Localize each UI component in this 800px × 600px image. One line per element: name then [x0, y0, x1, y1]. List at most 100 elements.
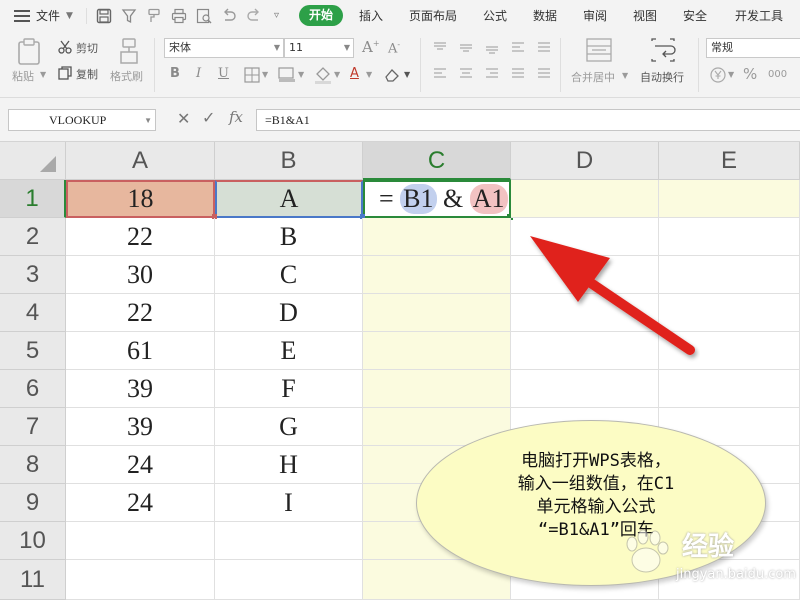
row-header-2[interactable]: 2: [0, 218, 66, 256]
cell-c3[interactable]: [363, 256, 511, 294]
font-name-select[interactable]: 宋体 ▼: [164, 38, 284, 58]
bold-icon[interactable]: B: [170, 66, 180, 81]
font-size-select[interactable]: 11 ▼: [284, 38, 354, 58]
cell-d1[interactable]: [511, 180, 659, 218]
formula-input[interactable]: =B1&A1: [256, 109, 800, 131]
percent-icon[interactable]: %: [743, 65, 757, 83]
cell-c6[interactable]: [363, 370, 511, 408]
row-header-6[interactable]: 6: [0, 370, 66, 408]
column-header-c[interactable]: C: [363, 142, 511, 180]
row-header-4[interactable]: 4: [0, 294, 66, 332]
fill-color-icon[interactable]: [278, 67, 296, 83]
cell-a3[interactable]: 30: [66, 256, 215, 294]
cut-button[interactable]: 剪切: [76, 40, 98, 56]
cell-c4[interactable]: [363, 294, 511, 332]
chevron-down-icon[interactable]: ▼: [404, 70, 410, 79]
tab-insert[interactable]: 插入: [359, 0, 383, 32]
cell-e1[interactable]: [659, 180, 800, 218]
chevron-down-icon[interactable]: ▼: [66, 0, 73, 32]
format-painter-icon[interactable]: [146, 8, 162, 24]
tab-page-layout[interactable]: 页面布局: [409, 0, 457, 32]
tab-start[interactable]: 开始: [299, 5, 343, 26]
chevron-down-icon[interactable]: ▼: [366, 70, 372, 79]
row-header-5[interactable]: 5: [0, 332, 66, 370]
customize-quick-access-icon[interactable]: ▿: [274, 0, 279, 32]
copy-button[interactable]: 复制: [76, 66, 98, 82]
chevron-down-icon[interactable]: ▼: [728, 70, 734, 79]
paint-bucket-icon[interactable]: [314, 66, 332, 84]
cell-a6[interactable]: 39: [66, 370, 215, 408]
paste-icon[interactable]: [16, 38, 42, 66]
column-header-d[interactable]: D: [511, 142, 659, 180]
clear-format-icon[interactable]: [384, 67, 402, 83]
format-painter-label[interactable]: 格式刷: [110, 68, 143, 84]
row-header-1[interactable]: 1: [0, 180, 66, 218]
cell-b2[interactable]: B: [215, 218, 363, 256]
cell-b3[interactable]: C: [215, 256, 363, 294]
tab-view[interactable]: 视图: [633, 0, 657, 32]
row-header-9[interactable]: 9: [0, 484, 66, 522]
chevron-down-icon[interactable]: ▼: [262, 70, 268, 79]
cell-b4[interactable]: D: [215, 294, 363, 332]
thousands-icon[interactable]: 000: [768, 69, 787, 80]
tab-data[interactable]: 数据: [533, 0, 557, 32]
filter-icon[interactable]: [121, 8, 137, 24]
name-box[interactable]: VLOOKUP ▼: [8, 109, 156, 131]
cell-a1[interactable]: 18: [66, 180, 215, 218]
merge-center-label[interactable]: 合并居中: [571, 69, 615, 85]
cell-b11[interactable]: [215, 560, 363, 600]
increase-font-icon[interactable]: A+: [362, 38, 380, 56]
chevron-down-icon[interactable]: ▼: [40, 70, 46, 79]
cell-a4[interactable]: 22: [66, 294, 215, 332]
tab-review[interactable]: 审阅: [583, 0, 607, 32]
cell-b1[interactable]: A: [215, 180, 363, 218]
cell-b7[interactable]: G: [215, 408, 363, 446]
wrap-text-label[interactable]: 自动换行: [640, 69, 684, 85]
row-header-11[interactable]: 11: [0, 560, 66, 600]
cell-c1[interactable]: = B1 & A1: [363, 180, 511, 218]
cancel-icon[interactable]: ✕: [177, 109, 190, 129]
cell-a10[interactable]: [66, 522, 215, 560]
column-header-e[interactable]: E: [659, 142, 800, 180]
cell-a5[interactable]: 61: [66, 332, 215, 370]
cell-a11[interactable]: [66, 560, 215, 600]
confirm-icon[interactable]: ✓: [202, 108, 215, 128]
tab-developer[interactable]: 开发工具: [735, 0, 783, 32]
cell-e6[interactable]: [659, 370, 800, 408]
cell-b10[interactable]: [215, 522, 363, 560]
chevron-down-icon[interactable]: ▼: [622, 71, 628, 80]
scissors-icon[interactable]: [58, 40, 72, 54]
number-format-select[interactable]: 常规: [706, 38, 800, 58]
cell-a8[interactable]: 24: [66, 446, 215, 484]
wrap-text-icon[interactable]: [650, 38, 676, 62]
print-icon[interactable]: [171, 8, 187, 24]
cell-a9[interactable]: 24: [66, 484, 215, 522]
column-header-a[interactable]: A: [66, 142, 215, 180]
font-color-icon[interactable]: A: [350, 66, 359, 81]
print-preview-icon[interactable]: [196, 8, 212, 24]
chevron-down-icon[interactable]: ▼: [334, 70, 340, 79]
brush-icon[interactable]: [118, 38, 140, 64]
column-header-b[interactable]: B: [215, 142, 363, 180]
cell-c5[interactable]: [363, 332, 511, 370]
chevron-down-icon[interactable]: ▼: [298, 70, 304, 79]
merge-center-icon[interactable]: [586, 38, 612, 62]
tab-formulas[interactable]: 公式: [483, 0, 507, 32]
cell-b8[interactable]: H: [215, 446, 363, 484]
italic-icon[interactable]: I: [196, 66, 201, 81]
hamburger-menu-icon[interactable]: [14, 9, 30, 23]
cell-b5[interactable]: E: [215, 332, 363, 370]
row-header-3[interactable]: 3: [0, 256, 66, 294]
alignment-icons[interactable]: [432, 41, 556, 85]
cell-c2[interactable]: [363, 218, 511, 256]
currency-icon[interactable]: [710, 67, 726, 83]
menu-file[interactable]: 文件: [36, 0, 60, 32]
copy-icon[interactable]: [58, 66, 72, 80]
borders-icon[interactable]: [244, 67, 260, 83]
select-all-corner[interactable]: [0, 142, 66, 180]
save-icon[interactable]: [96, 8, 112, 24]
decrease-font-icon[interactable]: A-: [388, 40, 400, 56]
cell-a2[interactable]: 22: [66, 218, 215, 256]
row-header-7[interactable]: 7: [0, 408, 66, 446]
redo-icon[interactable]: [246, 8, 262, 24]
